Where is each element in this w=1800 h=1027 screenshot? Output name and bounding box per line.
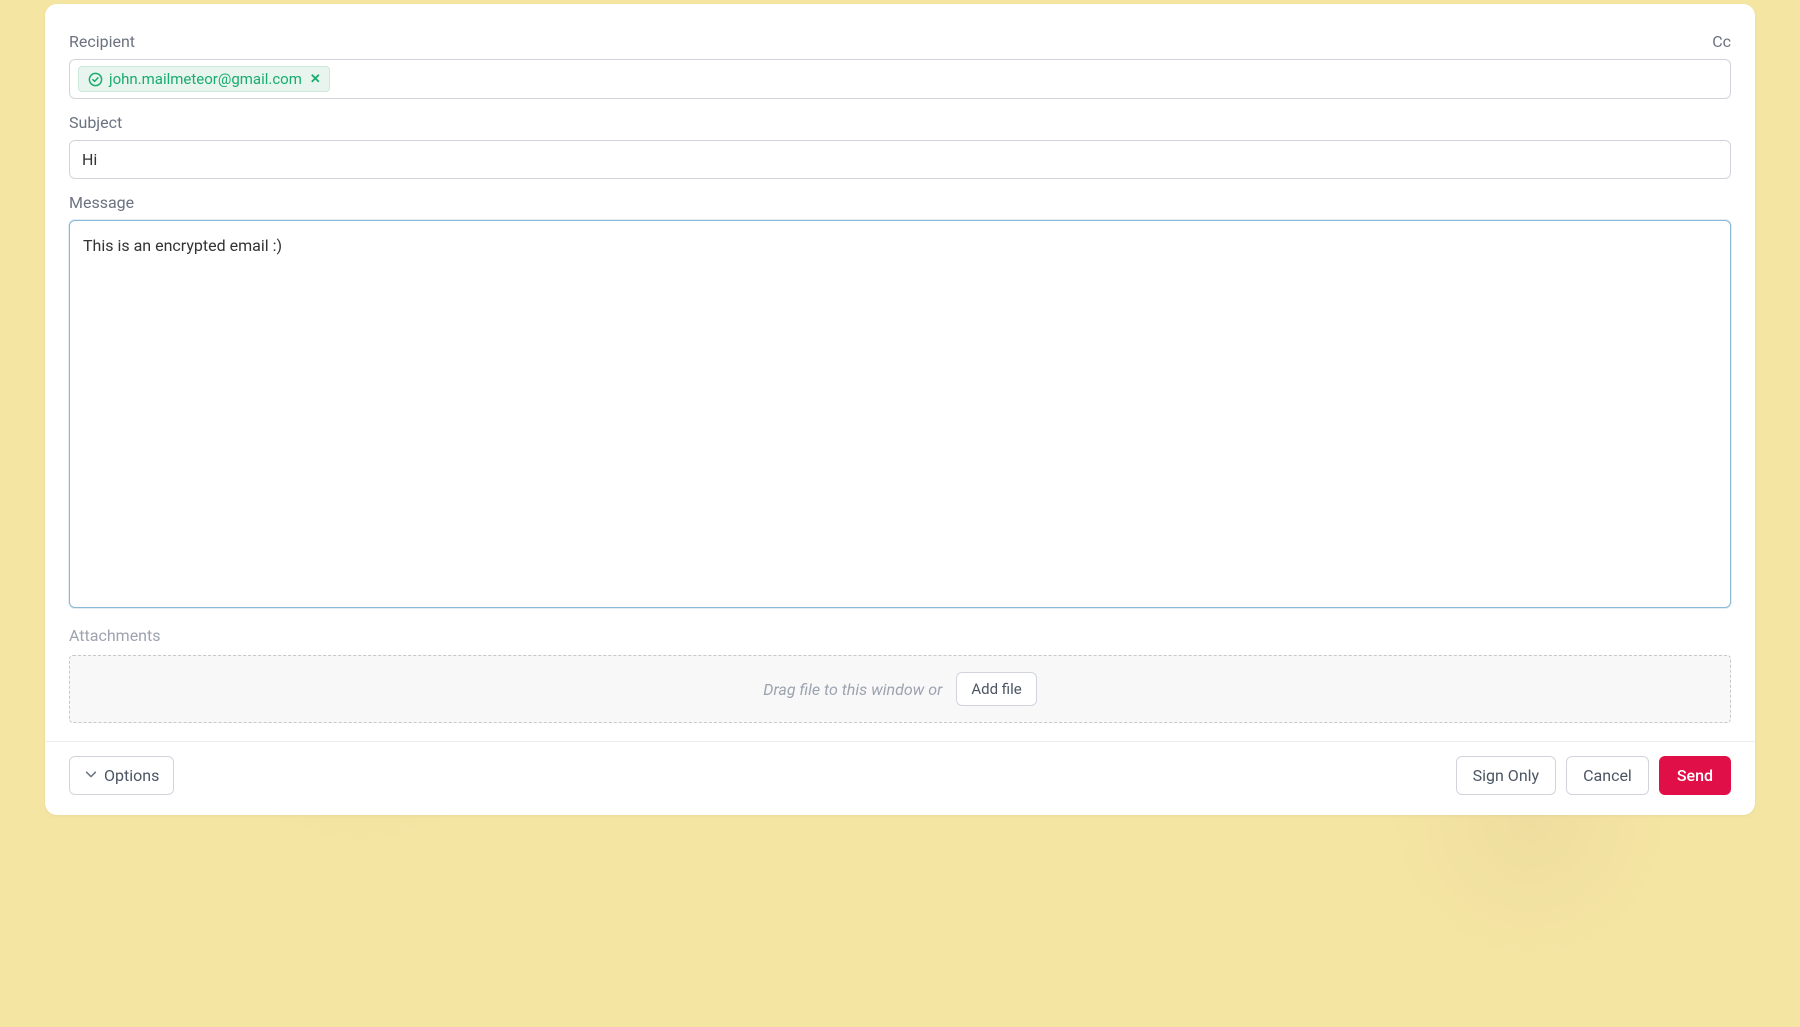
subject-input[interactable] [69,140,1731,179]
attachments-dropzone[interactable]: Drag file to this window or Add file [69,655,1731,723]
cc-toggle[interactable]: Cc [1712,32,1731,51]
compose-footer: Options Sign Only Cancel Send [45,742,1755,815]
recipient-label-row: Recipient Cc [69,32,1731,51]
footer-actions: Sign Only Cancel Send [1456,756,1731,795]
attachments-label: Attachments [69,626,1731,645]
recipient-chip-email: john.mailmeteor@gmail.com [109,70,302,88]
subject-field: Subject [69,113,1731,179]
cancel-button[interactable]: Cancel [1566,756,1649,795]
subject-label-row: Subject [69,113,1731,132]
send-button[interactable]: Send [1659,756,1731,795]
recipient-chip[interactable]: john.mailmeteor@gmail.com ✕ [78,66,330,92]
recipient-input-box[interactable]: john.mailmeteor@gmail.com ✕ [69,59,1731,99]
options-label: Options [104,766,159,785]
recipient-label: Recipient [69,32,135,51]
chevron-down-icon [84,766,98,785]
check-circle-icon [87,71,103,87]
remove-recipient-icon[interactable]: ✕ [310,72,321,87]
dropzone-hint: Drag file to this window or [763,680,942,699]
sign-only-button[interactable]: Sign Only [1456,756,1556,795]
message-label: Message [69,193,134,212]
compose-card: Recipient Cc john.mailmeteor@gmail.com ✕ [45,4,1755,815]
add-file-button[interactable]: Add file [956,672,1036,706]
subject-label: Subject [69,113,122,132]
message-field: Message [69,193,1731,608]
message-textarea-wrap [69,220,1731,608]
message-textarea[interactable] [71,222,1729,602]
compose-body: Recipient Cc john.mailmeteor@gmail.com ✕ [45,4,1755,741]
recipient-field: Recipient Cc john.mailmeteor@gmail.com ✕ [69,32,1731,99]
message-label-row: Message [69,193,1731,212]
options-button[interactable]: Options [69,756,174,795]
